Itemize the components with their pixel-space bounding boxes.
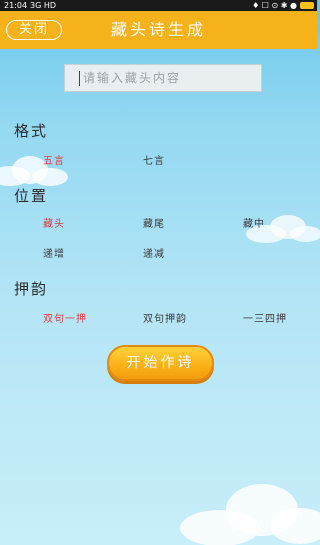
rhyme-option-two[interactable]: 双句押韵	[143, 310, 187, 325]
status-bar: 21:04 3G HD ♦ ☐ ⊙ ✱ ●	[0, 0, 317, 11]
status-icons: ♦ ☐ ⊙ ✱ ●	[252, 1, 297, 10]
position-label: 位置	[14, 187, 49, 205]
rhyme-option-three[interactable]: 一三四押	[243, 310, 287, 325]
format-option-five[interactable]: 五言	[43, 152, 65, 167]
position-option-decreasing[interactable]: 递减	[143, 245, 165, 260]
cloud-decoration-bottom	[180, 484, 320, 545]
signal-indicator: 3G HD	[30, 1, 57, 10]
acrostic-input[interactable]: 请输入藏头内容	[64, 64, 262, 92]
start-poem-button[interactable]: 开始作诗	[107, 345, 214, 381]
position-option-middle[interactable]: 藏中	[243, 215, 265, 230]
position-option-tail[interactable]: 藏尾	[143, 215, 165, 230]
input-placeholder: 请输入藏头内容	[83, 71, 182, 85]
position-option-head[interactable]: 藏头	[43, 215, 65, 230]
position-option-increasing[interactable]: 递增	[43, 245, 65, 260]
title-bar: 关闭 藏头诗生成	[0, 11, 317, 49]
text-cursor	[79, 71, 80, 86]
format-label: 格式	[14, 122, 49, 140]
format-option-seven[interactable]: 七言	[143, 152, 165, 167]
rhyme-option-one[interactable]: 双句一押	[43, 310, 87, 325]
rhyme-label: 押韵	[14, 280, 49, 298]
battery-icon	[300, 2, 314, 9]
close-button[interactable]: 关闭	[6, 20, 62, 40]
status-time: 21:04	[4, 1, 28, 10]
